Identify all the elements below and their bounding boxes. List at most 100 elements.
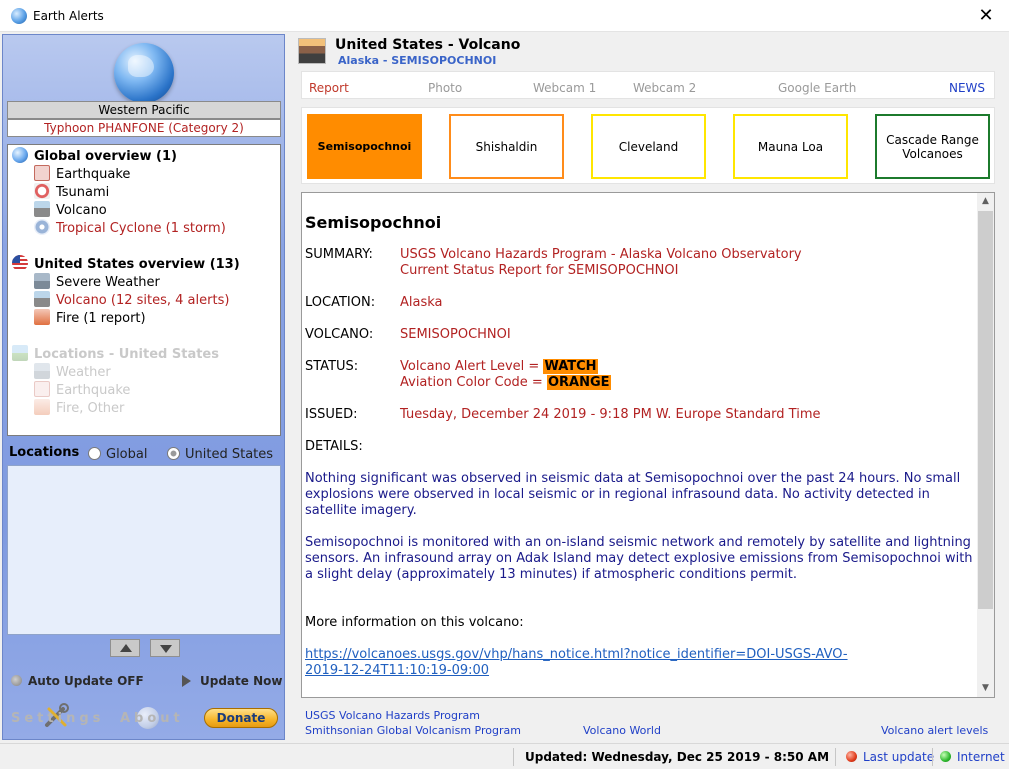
about-button[interactable]: About bbox=[120, 711, 184, 726]
volcano-icon bbox=[34, 201, 50, 217]
volcano-icon bbox=[34, 291, 50, 307]
update-now-label: Update Now bbox=[200, 674, 283, 688]
window-title: Earth Alerts bbox=[33, 9, 104, 23]
report-scrollbar[interactable]: ▲ ▼ bbox=[977, 193, 994, 697]
status-label: STATUS: bbox=[305, 359, 359, 374]
status-separator bbox=[932, 748, 933, 766]
alert-level-line: Volcano Alert Level = WATCH bbox=[400, 359, 598, 374]
updated-timestamp: Updated: Wednesday, Dec 25 2019 - 8:50 A… bbox=[525, 750, 830, 764]
tree-item-fire[interactable]: Fire (1 report) bbox=[34, 309, 146, 326]
tab-webcam-2[interactable]: Webcam 2 bbox=[633, 81, 696, 95]
tree-label: Weather bbox=[56, 365, 111, 380]
storm-link[interactable]: Typhoon PHANFONE (Category 2) bbox=[7, 119, 281, 137]
auto-update-label: Auto Update OFF bbox=[28, 674, 144, 688]
usgs-notice-link[interactable]: https://volcanoes.usgs.gov/vhp/hans_noti… bbox=[305, 647, 865, 679]
us-flag-icon bbox=[12, 255, 28, 271]
link-usgs[interactable]: USGS Volcano Hazards Program bbox=[305, 709, 480, 722]
scroll-thumb[interactable] bbox=[978, 211, 993, 609]
tab-google-earth[interactable]: Google Earth bbox=[778, 81, 856, 95]
location-value: Alaska bbox=[400, 295, 443, 310]
tree-item-tropical-cyclone[interactable]: Tropical Cyclone (1 storm) bbox=[34, 219, 226, 236]
tree-label: Tsunami bbox=[56, 185, 110, 200]
issued-value: Tuesday, December 24 2019 - 9:18 PM W. E… bbox=[400, 407, 821, 422]
app-globe-icon bbox=[11, 8, 27, 24]
tsunami-icon bbox=[34, 183, 50, 199]
tree-item-loc-fire[interactable]: Fire, Other bbox=[34, 399, 124, 416]
color-code-line: Aviation Color Code = ORANGE bbox=[400, 375, 611, 390]
play-icon bbox=[182, 675, 191, 687]
report-view[interactable]: Semisopochnoi SUMMARY: USGS Volcano Haza… bbox=[301, 192, 995, 698]
status-bar: Updated: Wednesday, Dec 25 2019 - 8:50 A… bbox=[0, 743, 1009, 769]
volcano-site-buttons: Semisopochnoi Shishaldin Cleveland Mauna… bbox=[301, 107, 995, 184]
site-button-cascade-range[interactable]: Cascade Range Volcanoes bbox=[875, 114, 990, 179]
donate-button[interactable]: Donate bbox=[204, 708, 278, 728]
earth-globe-icon[interactable] bbox=[114, 43, 174, 103]
tree-item-severe-weather[interactable]: Severe Weather bbox=[34, 273, 160, 290]
locations-list[interactable] bbox=[7, 465, 281, 635]
tree-item-loc-earthquake[interactable]: Earthquake bbox=[34, 381, 130, 398]
tree-global-overview[interactable]: Global overview (1) bbox=[12, 147, 177, 164]
link-volcano-world[interactable]: Volcano World bbox=[583, 724, 661, 737]
tree-item-us-volcano[interactable]: Volcano (12 sites, 4 alerts) bbox=[34, 291, 229, 308]
tree-label: Locations - United States bbox=[34, 347, 219, 362]
color-code-badge: ORANGE bbox=[546, 375, 611, 390]
tree-item-loc-weather[interactable]: Weather bbox=[34, 363, 111, 380]
scroll-down-button[interactable] bbox=[150, 639, 180, 657]
tree-locations-us[interactable]: Locations - United States bbox=[12, 345, 219, 362]
tree-label: Severe Weather bbox=[56, 275, 160, 290]
details-paragraph-2: Semisopochnoi is monitored with an on-is… bbox=[305, 535, 973, 582]
auto-update-toggle[interactable]: Auto Update OFF bbox=[11, 674, 144, 688]
site-button-mauna-loa[interactable]: Mauna Loa bbox=[733, 114, 848, 179]
tab-news[interactable]: NEWS bbox=[949, 81, 985, 95]
page-title: United States - Volcano bbox=[335, 37, 521, 53]
fire-icon bbox=[34, 399, 50, 415]
link-alert-levels[interactable]: Volcano alert levels bbox=[881, 724, 988, 737]
report-heading: Semisopochnoi bbox=[305, 213, 442, 232]
last-update-status[interactable]: Last update bbox=[846, 750, 934, 764]
scroll-down-arrow-icon[interactable]: ▼ bbox=[977, 680, 994, 697]
volcano-photo-icon bbox=[298, 38, 326, 64]
radio-label: United States bbox=[185, 447, 274, 462]
tab-photo[interactable]: Photo bbox=[428, 81, 462, 95]
tree-label: Global overview (1) bbox=[34, 149, 177, 164]
scroll-up-arrow-icon[interactable]: ▲ bbox=[977, 193, 994, 210]
region-selector[interactable]: Western Pacific bbox=[7, 101, 281, 119]
earthquake-icon bbox=[34, 381, 50, 397]
site-button-shishaldin[interactable]: Shishaldin bbox=[449, 114, 564, 179]
weather-icon bbox=[34, 363, 50, 379]
tree-label: Tropical Cyclone (1 storm) bbox=[56, 221, 226, 236]
internet-status[interactable]: Internet bbox=[940, 750, 1005, 764]
tree-us-overview[interactable]: United States overview (13) bbox=[12, 255, 240, 272]
tree-item-tsunami[interactable]: Tsunami bbox=[34, 183, 109, 200]
link-smithsonian[interactable]: Smithsonian Global Volcanism Program bbox=[305, 724, 521, 737]
update-now-button[interactable]: Update Now bbox=[182, 674, 282, 688]
details-paragraph-1: Nothing significant was observed in seis… bbox=[305, 471, 961, 518]
tree-item-earthquake[interactable]: Earthquake bbox=[34, 165, 130, 182]
issued-label: ISSUED: bbox=[305, 407, 358, 422]
color-code-prefix: Aviation Color Code = bbox=[400, 375, 547, 390]
tree-item-volcano[interactable]: Volcano bbox=[34, 201, 107, 218]
last-update-label: Last update bbox=[863, 750, 935, 764]
title-bar: Earth Alerts ✕ bbox=[0, 0, 1009, 32]
details-label: DETAILS: bbox=[305, 439, 363, 454]
location-label: LOCATION: bbox=[305, 295, 376, 310]
status-separator bbox=[513, 748, 514, 766]
alert-level-prefix: Volcano Alert Level = bbox=[400, 359, 544, 374]
tree-label: Volcano (12 sites, 4 alerts) bbox=[56, 293, 230, 308]
landscape-icon bbox=[12, 345, 28, 361]
status-separator bbox=[835, 748, 836, 766]
tab-webcam-1[interactable]: Webcam 1 bbox=[533, 81, 596, 95]
scroll-up-button[interactable] bbox=[110, 639, 140, 657]
red-status-icon bbox=[846, 751, 857, 762]
site-button-semisopochnoi[interactable]: Semisopochnoi bbox=[307, 114, 422, 179]
close-button[interactable]: ✕ bbox=[963, 0, 1009, 32]
radio-united-states[interactable]: United States bbox=[167, 447, 273, 462]
tab-report[interactable]: Report bbox=[309, 81, 349, 95]
internet-label: Internet bbox=[957, 750, 1005, 764]
weather-icon bbox=[34, 273, 50, 289]
tree-label: Volcano bbox=[56, 203, 107, 218]
settings-button[interactable]: Settings bbox=[11, 711, 104, 726]
site-button-cleveland[interactable]: Cleveland bbox=[591, 114, 706, 179]
radio-global[interactable]: Global bbox=[88, 447, 147, 462]
cyclone-icon bbox=[34, 219, 50, 235]
